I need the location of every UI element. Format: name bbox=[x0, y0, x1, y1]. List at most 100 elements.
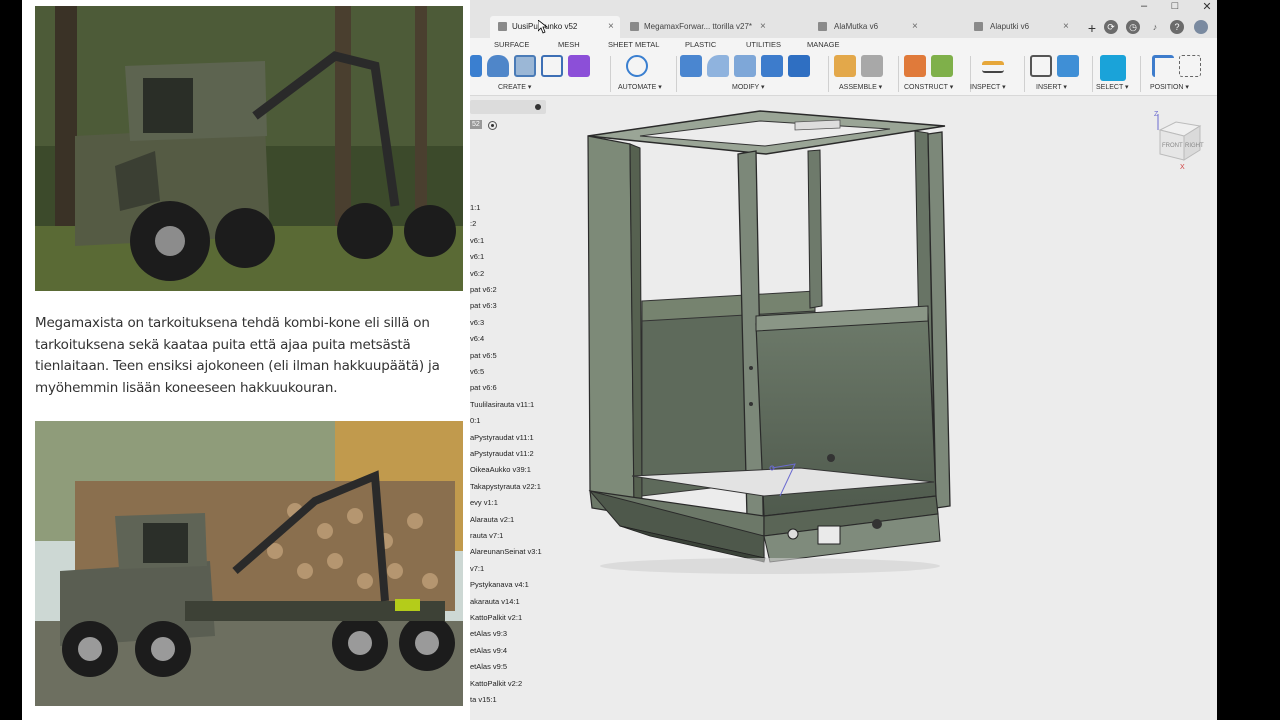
assemble-menu[interactable]: ASSEMBLE ▾ bbox=[839, 83, 882, 91]
select-icon[interactable] bbox=[1100, 55, 1126, 81]
revolve-icon[interactable] bbox=[487, 55, 509, 77]
midplane-icon[interactable] bbox=[931, 55, 953, 77]
component-item[interactable]: pat v6:5 bbox=[470, 351, 497, 360]
component-item[interactable]: etAlas v9:4 bbox=[470, 646, 507, 655]
component-item[interactable]: v7:1 bbox=[470, 564, 484, 573]
capture-position-icon[interactable] bbox=[1152, 55, 1174, 77]
view-cube[interactable]: Z FRONT RIGHT X bbox=[1154, 108, 1204, 171]
create-form-icon[interactable] bbox=[568, 55, 590, 77]
offset-plane-icon[interactable] bbox=[904, 55, 926, 77]
component-item[interactable]: pat v6:6 bbox=[470, 383, 497, 392]
component-item[interactable]: 1:1 bbox=[470, 203, 480, 212]
insert-canvas-icon[interactable] bbox=[1057, 55, 1079, 77]
minimize-icon[interactable]: – bbox=[1134, 0, 1154, 12]
component-item[interactable]: v6:1 bbox=[470, 252, 484, 261]
user-avatar-icon[interactable] bbox=[1194, 20, 1208, 34]
tab-document[interactable]: Alaputki v6 × bbox=[950, 16, 1075, 38]
component-item[interactable]: pat v6:3 bbox=[470, 301, 497, 310]
component-item[interactable]: KattoPalkit v2:2 bbox=[470, 679, 522, 688]
construct-menu[interactable]: CONSTRUCT ▾ bbox=[904, 83, 953, 91]
component-item[interactable]: OikeaAukko v39:1 bbox=[470, 465, 531, 474]
component-item[interactable]: v6:1 bbox=[470, 236, 484, 245]
position-menu[interactable]: POSITION ▾ bbox=[1150, 83, 1189, 91]
help-icon[interactable]: ? bbox=[1170, 20, 1184, 34]
tab-manage[interactable]: MANAGE bbox=[807, 40, 840, 49]
component-item[interactable]: etAlas v9:5 bbox=[470, 662, 507, 671]
close-icon[interactable]: × bbox=[608, 16, 614, 38]
component-item[interactable]: etAlas v9:3 bbox=[470, 629, 507, 638]
close-window-icon[interactable]: ✕ bbox=[1197, 0, 1217, 13]
component-item[interactable]: aPystyraudat v11:2 bbox=[470, 449, 534, 458]
insert-derive-icon[interactable] bbox=[1030, 55, 1052, 77]
separator bbox=[610, 56, 611, 92]
automate-icon[interactable] bbox=[626, 55, 648, 77]
document-icon bbox=[974, 22, 983, 31]
component-item[interactable]: 0:1 bbox=[470, 416, 480, 425]
extensions-icon[interactable]: ⟳ bbox=[1104, 20, 1118, 34]
component-item[interactable]: v6:3 bbox=[470, 318, 484, 327]
document-tab-bar: UusiPuurunko v52 × MegamaxForwar... ttor… bbox=[470, 0, 1217, 38]
fillet-icon[interactable] bbox=[707, 55, 729, 77]
component-item[interactable]: AlareunanSeinat v3:1 bbox=[470, 547, 542, 556]
job-status-icon[interactable]: ◷ bbox=[1126, 20, 1140, 34]
measure-icon[interactable] bbox=[982, 61, 1004, 73]
browser-header[interactable] bbox=[470, 100, 546, 114]
component-item[interactable]: v6:2 bbox=[470, 269, 484, 278]
revert-position-icon[interactable] bbox=[1179, 55, 1201, 77]
tab-document[interactable]: MegamaxForwar... ttorilla v27* × bbox=[622, 16, 772, 38]
document-icon bbox=[818, 22, 827, 31]
component-item[interactable]: pat v6:2 bbox=[470, 285, 497, 294]
blog-page: Megamaxista on tarkoituksena tehdä kombi… bbox=[22, 0, 470, 720]
pattern-icon[interactable] bbox=[541, 55, 563, 77]
tab-plastic[interactable]: PLASTIC bbox=[685, 40, 716, 49]
screen: Megamaxista on tarkoituksena tehdä kombi… bbox=[0, 0, 1280, 720]
assemble-group: ASSEMBLE ▾ bbox=[834, 52, 890, 92]
component-item[interactable]: Takapystyrauta v22:1 bbox=[470, 482, 541, 491]
extrude-icon[interactable] bbox=[470, 55, 482, 77]
insert-menu[interactable]: INSERT ▾ bbox=[1036, 83, 1067, 91]
component-item[interactable]: v6:4 bbox=[470, 334, 484, 343]
forwarder-photo-logpile bbox=[35, 421, 463, 706]
component-item[interactable]: rauta v7:1 bbox=[470, 531, 503, 540]
component-item[interactable]: Pystykanava v4:1 bbox=[470, 580, 529, 589]
component-item[interactable]: evy v1:1 bbox=[470, 498, 498, 507]
tab-document-active[interactable]: UusiPuurunko v52 × bbox=[490, 16, 620, 38]
activate-radio-icon[interactable] bbox=[488, 121, 497, 130]
shell-icon[interactable] bbox=[761, 55, 783, 77]
component-item[interactable]: :2 bbox=[470, 219, 476, 228]
tab-document[interactable]: AlaMutka v6 × bbox=[800, 16, 925, 38]
component-item[interactable]: KattoPalkit v2:1 bbox=[470, 613, 522, 622]
close-icon[interactable]: × bbox=[1063, 16, 1069, 38]
inspect-menu[interactable]: INSPECT ▾ bbox=[970, 83, 1006, 91]
press-pull-icon[interactable] bbox=[680, 55, 702, 77]
component-item[interactable]: v6:5 bbox=[470, 367, 484, 376]
modify-menu[interactable]: MODIFY ▾ bbox=[732, 83, 765, 91]
new-component-icon[interactable] bbox=[834, 55, 856, 77]
automate-menu[interactable]: AUTOMATE ▾ bbox=[618, 83, 662, 91]
maximize-icon[interactable]: □ bbox=[1165, 0, 1185, 12]
close-icon[interactable]: × bbox=[912, 16, 918, 38]
component-item[interactable]: Tuulilasirauta v11:1 bbox=[470, 400, 534, 409]
tab-utilities[interactable]: UTILITIES bbox=[746, 40, 781, 49]
select-menu[interactable]: SELECT ▾ bbox=[1096, 83, 1129, 91]
joint-icon[interactable] bbox=[861, 55, 883, 77]
chamfer-icon[interactable] bbox=[734, 55, 756, 77]
component-item[interactable]: akarauta v14:1 bbox=[470, 597, 520, 606]
close-icon[interactable]: × bbox=[760, 16, 766, 38]
modify-group: MODIFY ▾ bbox=[680, 52, 828, 92]
combine-icon[interactable] bbox=[788, 55, 810, 77]
canvas-viewport[interactable] bbox=[550, 96, 1217, 720]
hole-icon[interactable] bbox=[514, 55, 536, 77]
component-item[interactable]: ta v15:1 bbox=[470, 695, 497, 704]
create-menu[interactable]: CREATE ▾ bbox=[498, 83, 531, 91]
new-tab-plus-icon[interactable]: + bbox=[1082, 20, 1102, 36]
cube-face-right: RIGHT bbox=[1185, 143, 1204, 149]
tab-mesh[interactable]: MESH bbox=[558, 40, 580, 49]
tab-surface[interactable]: SURFACE bbox=[494, 40, 529, 49]
pin-icon[interactable] bbox=[535, 104, 541, 110]
tab-sheet-metal[interactable]: SHEET METAL bbox=[608, 40, 659, 49]
automate-group: AUTOMATE ▾ bbox=[618, 52, 678, 92]
notifications-bell-icon[interactable]: ♪ bbox=[1148, 20, 1162, 34]
component-item[interactable]: aPystyraudat v11:1 bbox=[470, 433, 534, 442]
component-item[interactable]: Alarauta v2:1 bbox=[470, 515, 514, 524]
